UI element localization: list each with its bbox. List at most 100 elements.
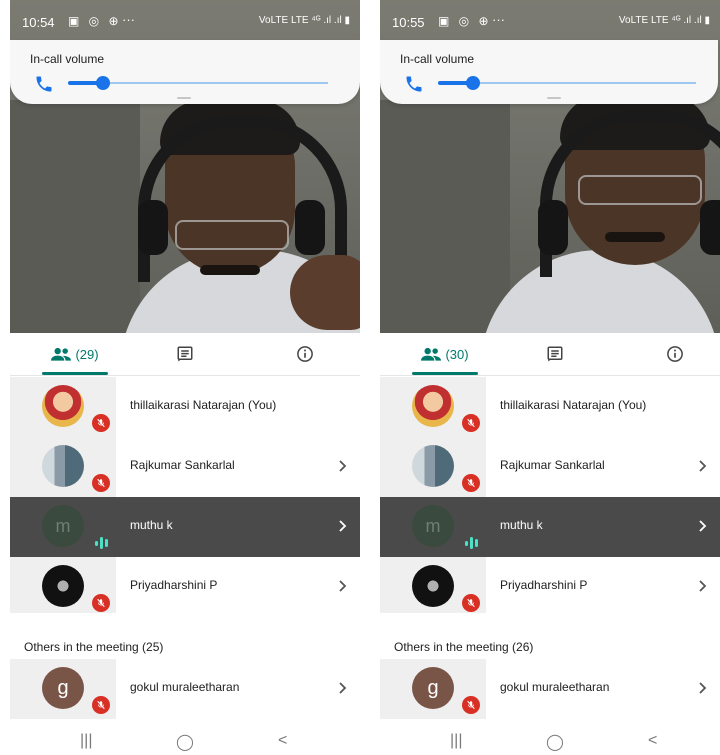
chevron-right-icon[interactable] [698, 519, 708, 533]
tab-bar: (30) [380, 333, 720, 376]
participant-row[interactable]: Rajkumar Sankarlal [10, 437, 360, 497]
video-background-left [10, 100, 140, 333]
recents-button[interactable]: ||| [80, 732, 92, 750]
video-background-left [380, 100, 510, 333]
status-bar: 10:55 ▣ ◎ ⊕ ··· VoLTE LTE ⁴ᴳ .ıl .ıl ▮ [380, 0, 720, 40]
people-icon [421, 347, 442, 361]
home-button[interactable]: ◯ [176, 732, 194, 752]
tab-chat[interactable] [160, 333, 210, 375]
volume-title: In-call volume [30, 52, 105, 66]
people-count: (30) [445, 346, 469, 362]
chevron-right-icon[interactable] [698, 459, 708, 473]
tab-people[interactable]: (29) [30, 333, 120, 375]
speaker-glasses [578, 175, 702, 205]
avatar: m [42, 505, 84, 547]
tab-people[interactable]: (30) [400, 333, 490, 375]
tab-bar: (29) [10, 333, 360, 376]
mic-off-icon [92, 594, 110, 612]
tab-chat[interactable] [530, 333, 580, 375]
headphone-ear-left [138, 200, 168, 255]
signal-battery-icons: VoLTE LTE ⁴ᴳ .ıl .ıl ▮ [618, 15, 710, 26]
speaker-hand [290, 255, 360, 330]
back-button[interactable]: < [278, 732, 287, 750]
chevron-right-icon[interactable] [698, 681, 708, 695]
active-tab-indicator [412, 372, 478, 375]
headphone-ear-left [538, 200, 568, 255]
mic-off-icon [462, 474, 480, 492]
participant-row: thillaikarasi Natarajan (You) [380, 377, 720, 437]
chat-icon [547, 346, 563, 362]
people-count: (29) [75, 346, 99, 362]
phone-call-icon[interactable] [34, 74, 54, 94]
volume-slider-thumb[interactable] [466, 76, 480, 90]
panel-drag-handle[interactable] [547, 97, 561, 99]
avatar: g [42, 667, 84, 709]
headphone-ear-right [700, 200, 720, 255]
back-button[interactable]: < [648, 732, 657, 750]
others-label: Others in the meeting (26) [394, 640, 534, 654]
phone-screen-left: 10:54 ▣ ◎ ⊕ ··· VoLTE LTE ⁴ᴳ .ıl .ıl ▮ I… [10, 0, 360, 755]
notification-icons: ▣ ◎ ⊕ [438, 14, 492, 28]
participant-name: muthu k [500, 518, 543, 532]
chevron-right-icon[interactable] [338, 681, 348, 695]
speaking-indicator-icon [95, 537, 108, 549]
speaker-mustache [605, 232, 665, 242]
system-nav-bar: ||| ◯ < [10, 730, 360, 755]
avatar [42, 385, 84, 427]
panel-drag-handle[interactable] [177, 97, 191, 99]
speaker-mustache [200, 265, 260, 275]
mic-off-icon [462, 696, 480, 714]
status-time: 10:54 [22, 15, 55, 30]
participant-name: thillaikarasi Natarajan (You) [130, 398, 277, 412]
avatar-initial: m [425, 515, 441, 536]
volume-slider-thumb[interactable] [96, 76, 110, 90]
participant-row[interactable]: Rajkumar Sankarlal [380, 437, 720, 497]
active-tab-indicator [42, 372, 108, 375]
participant-row[interactable]: Priyadharshini P [380, 557, 720, 617]
more-notifications-icon: ··· [492, 12, 505, 27]
tab-info[interactable] [650, 333, 700, 375]
participant-row[interactable]: g gokul muraleetharan [10, 659, 360, 719]
others-label: Others in the meeting (25) [24, 640, 164, 654]
chat-icon [177, 346, 193, 362]
chevron-right-icon[interactable] [698, 579, 708, 593]
people-icon [51, 347, 72, 361]
mic-off-icon [462, 594, 480, 612]
info-icon [297, 346, 313, 362]
participant-row[interactable]: m muthu k [10, 497, 360, 557]
participant-name: muthu k [130, 518, 173, 532]
participant-row[interactable]: Priyadharshini P [10, 557, 360, 617]
mic-off-icon [92, 414, 110, 432]
avatar [412, 385, 454, 427]
participant-row[interactable]: m muthu k [380, 497, 720, 557]
avatar-initial: m [55, 515, 71, 536]
participant-list: thillaikarasi Natarajan (You) Rajkumar S… [10, 377, 360, 617]
status-bar: 10:54 ▣ ◎ ⊕ ··· VoLTE LTE ⁴ᴳ .ıl .ıl ▮ [10, 0, 360, 40]
participant-row[interactable]: g gokul muraleetharan [380, 659, 720, 719]
avatar [42, 445, 84, 487]
avatar: g [412, 667, 454, 709]
participant-name: gokul muraleetharan [130, 680, 240, 694]
participant-list: thillaikarasi Natarajan (You) Rajkumar S… [380, 377, 720, 617]
info-icon [667, 346, 683, 362]
participant-name: Priyadharshini P [130, 578, 218, 592]
participant-name: thillaikarasi Natarajan (You) [500, 398, 647, 412]
mic-off-icon [92, 474, 110, 492]
avatar-initial: g [57, 676, 69, 699]
speaking-indicator-icon [465, 537, 478, 549]
tab-info[interactable] [280, 333, 330, 375]
participant-row: thillaikarasi Natarajan (You) [10, 377, 360, 437]
participant-name: Rajkumar Sankarlal [500, 458, 605, 472]
chevron-right-icon[interactable] [338, 459, 348, 473]
in-call-volume-panel: In-call volume [380, 40, 718, 104]
chevron-right-icon[interactable] [338, 579, 348, 593]
avatar [42, 565, 84, 607]
mic-off-icon [92, 696, 110, 714]
participant-name: gokul muraleetharan [500, 680, 610, 694]
home-button[interactable]: ◯ [546, 732, 564, 752]
phone-call-icon[interactable] [404, 74, 424, 94]
in-call-volume-panel: In-call volume [10, 40, 360, 104]
avatar-initial: g [427, 676, 439, 699]
recents-button[interactable]: ||| [450, 732, 462, 750]
chevron-right-icon[interactable] [338, 519, 348, 533]
